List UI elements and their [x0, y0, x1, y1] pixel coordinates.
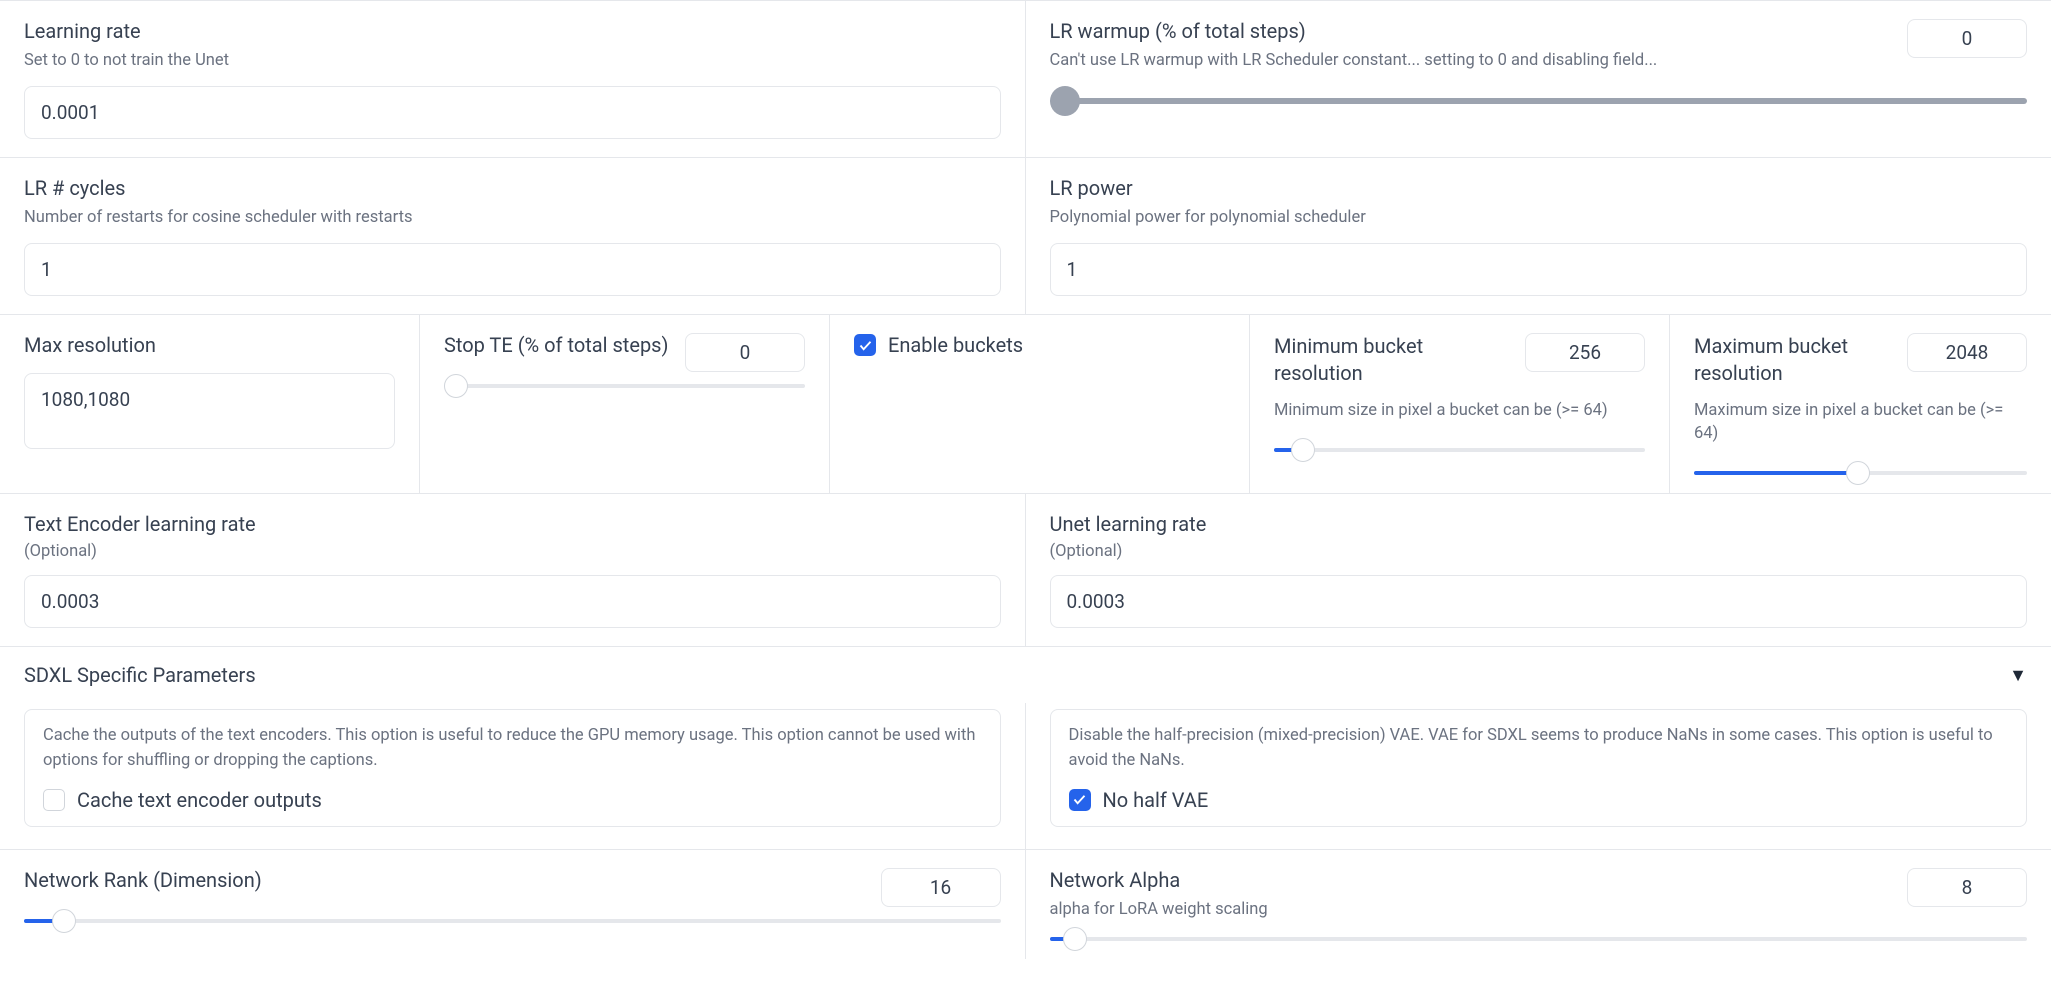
cache-te-checkbox[interactable] — [43, 789, 65, 811]
check-icon — [858, 338, 873, 353]
net-alpha-slider[interactable] — [1050, 937, 2028, 941]
stop-te-slider[interactable] — [444, 384, 805, 388]
lr-cycles-input[interactable] — [24, 243, 1001, 296]
lr-warmup-slider[interactable] — [1050, 98, 2028, 104]
max-bucket-sublabel: Maximum size in pixel a bucket can be (>… — [1694, 399, 2027, 445]
max-bucket-label: Maximum bucket resolution — [1694, 333, 1895, 387]
cache-te-desc: Cache the outputs of the text encoders. … — [43, 724, 982, 774]
enable-buckets-label: Enable buckets — [888, 333, 1023, 357]
net-alpha-sublabel: alpha for LoRA weight scaling — [1050, 898, 1896, 921]
te-lr-input[interactable] — [24, 575, 1001, 628]
lr-cycles-label: LR # cycles — [24, 176, 1001, 200]
lr-power-input[interactable] — [1050, 243, 2028, 296]
net-alpha-label: Network Alpha — [1050, 868, 1896, 892]
nohalf-vae-label: No half VAE — [1103, 788, 1209, 812]
min-bucket-label: Minimum bucket resolution — [1274, 333, 1513, 387]
max-res-label: Max resolution — [24, 333, 395, 357]
te-lr-optional: (Optional) — [24, 542, 1001, 561]
net-rank-slider[interactable] — [24, 919, 1001, 923]
learning-rate-sublabel: Set to 0 to not train the Unet — [24, 49, 1001, 72]
net-rank-label: Network Rank (Dimension) — [24, 868, 869, 892]
stop-te-value[interactable] — [685, 333, 805, 372]
min-bucket-value[interactable] — [1525, 333, 1645, 372]
max-res-input[interactable] — [24, 373, 395, 449]
lr-cycles-sublabel: Number of restarts for cosine scheduler … — [24, 206, 1001, 229]
lr-warmup-label: LR warmup (% of total steps) — [1050, 19, 1896, 43]
lr-warmup-value[interactable] — [1907, 19, 2027, 58]
min-bucket-slider[interactable] — [1274, 448, 1645, 452]
enable-buckets-checkbox[interactable] — [854, 334, 876, 356]
nohalf-vae-desc: Disable the half-precision (mixed-precis… — [1069, 724, 2009, 774]
sdxl-section-title: SDXL Specific Parameters — [24, 663, 256, 687]
unet-lr-optional: (Optional) — [1050, 542, 2028, 561]
te-lr-label: Text Encoder learning rate — [24, 512, 1001, 536]
unet-lr-input[interactable] — [1050, 575, 2028, 628]
net-alpha-value[interactable] — [1907, 868, 2027, 907]
lr-power-label: LR power — [1050, 176, 2028, 200]
min-bucket-sublabel: Minimum size in pixel a bucket can be (>… — [1274, 399, 1645, 422]
chevron-down-icon: ▼ — [2009, 665, 2027, 686]
stop-te-label: Stop TE (% of total steps) — [444, 333, 673, 357]
cache-te-label: Cache text encoder outputs — [77, 788, 322, 812]
lr-power-sublabel: Polynomial power for polynomial schedule… — [1050, 206, 2028, 229]
unet-lr-label: Unet learning rate — [1050, 512, 2028, 536]
max-bucket-slider[interactable] — [1694, 471, 2027, 475]
max-bucket-value[interactable] — [1907, 333, 2027, 372]
net-rank-value[interactable] — [881, 868, 1001, 907]
nohalf-vae-checkbox[interactable] — [1069, 789, 1091, 811]
check-icon — [1072, 792, 1087, 807]
learning-rate-label: Learning rate — [24, 19, 1001, 43]
sdxl-section-header[interactable]: SDXL Specific Parameters ▼ — [0, 646, 2051, 703]
lr-warmup-sublabel: Can't use LR warmup with LR Scheduler co… — [1050, 49, 1896, 72]
learning-rate-input[interactable] — [24, 86, 1001, 139]
